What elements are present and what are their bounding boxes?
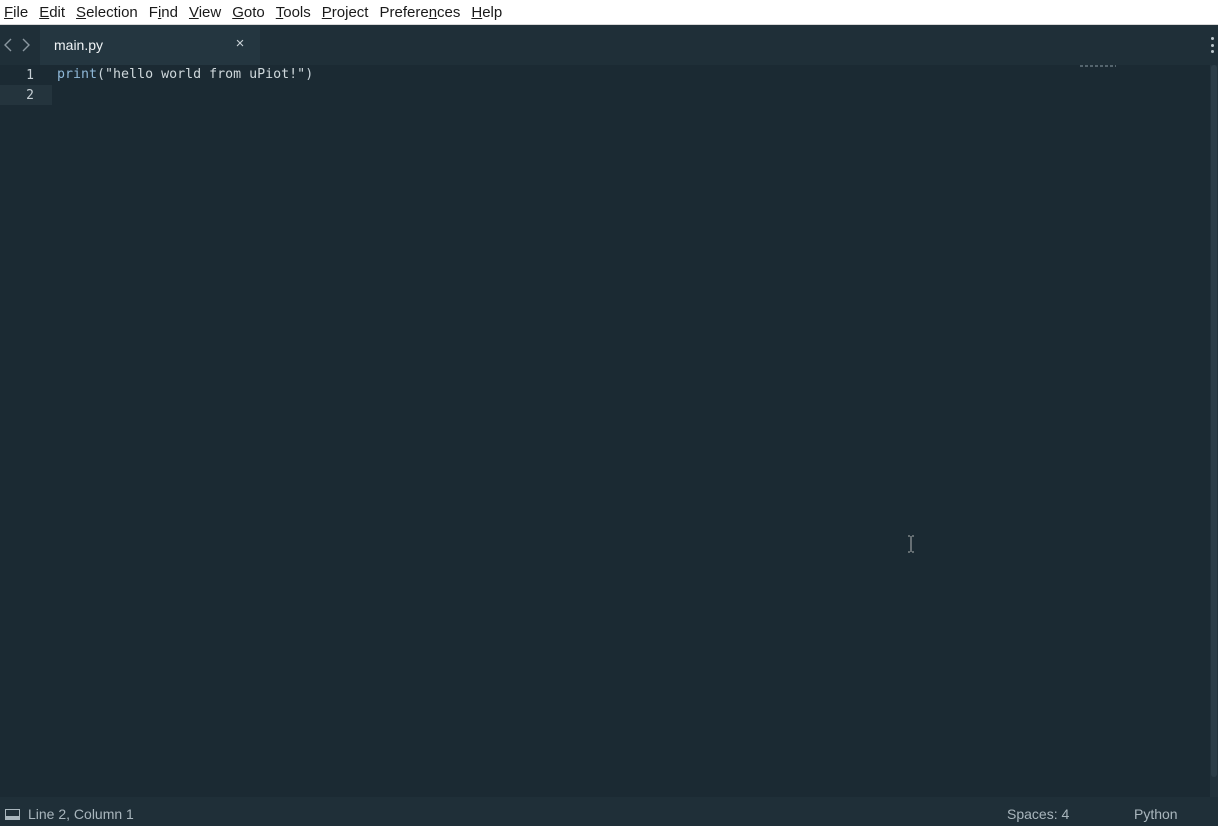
paren-token: ) xyxy=(305,67,314,82)
menu-find[interactable]: Find xyxy=(145,0,185,25)
chevron-right-icon[interactable] xyxy=(19,35,33,55)
menu-help[interactable]: Help xyxy=(467,0,509,25)
status-bar: Line 2, Column 1 Spaces: 4 Python xyxy=(0,797,1218,826)
line-gutter: 1 2 xyxy=(0,65,52,797)
paren-token: ( xyxy=(97,67,106,82)
indentation-selector[interactable]: Spaces: 4 xyxy=(1007,806,1069,822)
menu-bar: File Edit Selection Find View Goto Tools… xyxy=(0,0,1218,25)
vertical-scrollbar[interactable] xyxy=(1210,65,1218,797)
function-token: print xyxy=(57,67,98,82)
menu-tools[interactable]: Tools xyxy=(272,0,318,25)
string-token: "hello world from uPiot!" xyxy=(105,67,306,82)
menu-selection[interactable]: Selection xyxy=(72,0,145,25)
tab-main-py[interactable]: main.py × xyxy=(40,25,260,65)
cursor-position: Line 2, Column 1 xyxy=(28,806,134,822)
minimap[interactable] xyxy=(1080,65,1116,67)
menu-goto[interactable]: Goto xyxy=(228,0,272,25)
menu-project[interactable]: Project xyxy=(318,0,376,25)
chevron-left-icon[interactable] xyxy=(1,35,15,55)
text-cursor-icon xyxy=(905,535,917,553)
more-vertical-icon[interactable] xyxy=(1208,37,1216,53)
line-number: 2 xyxy=(26,88,34,103)
tab-bar: main.py × xyxy=(0,25,1218,65)
syntax-selector[interactable]: Python xyxy=(1134,806,1178,822)
menu-view[interactable]: View xyxy=(185,0,228,25)
console-panel-icon[interactable] xyxy=(5,807,20,820)
tab-label: main.py xyxy=(54,37,104,53)
scrollbar-thumb[interactable] xyxy=(1211,65,1217,777)
line-number: 1 xyxy=(26,68,34,83)
menu-edit[interactable]: Edit xyxy=(35,0,72,25)
code-line[interactable]: print("hello world from uPiot!") xyxy=(57,67,313,82)
close-icon[interactable]: × xyxy=(231,35,249,53)
menu-preferences[interactable]: Preferences xyxy=(375,0,467,25)
menu-file[interactable]: File xyxy=(0,0,35,25)
code-editor[interactable]: 1 2 print("hello world from uPiot!") xyxy=(0,65,1210,797)
